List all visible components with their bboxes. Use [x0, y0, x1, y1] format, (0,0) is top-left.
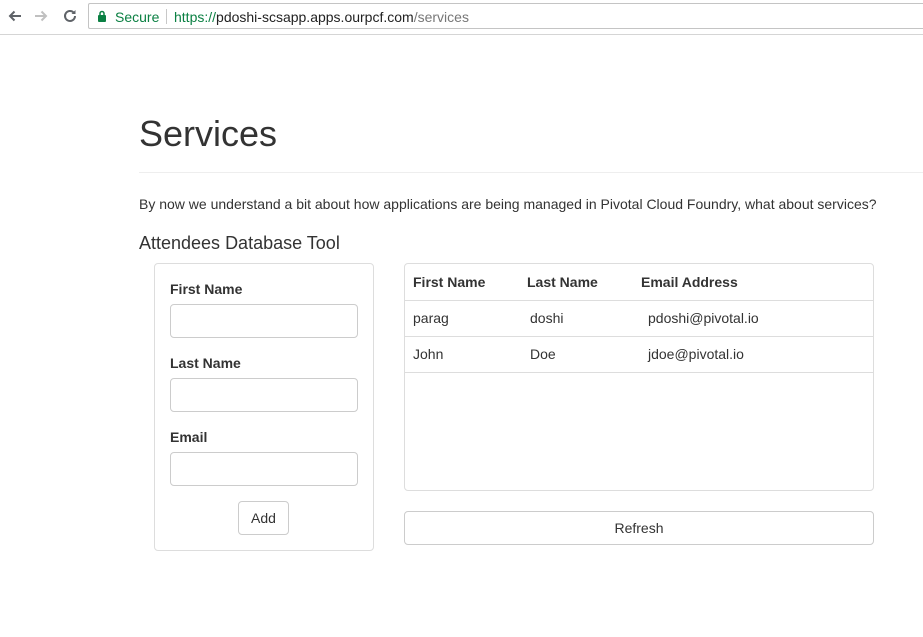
url-path: /services [413, 9, 469, 25]
refresh-button[interactable]: Refresh [404, 511, 874, 545]
cell-last-name: Doe [519, 336, 633, 373]
url-scheme: https:// [174, 9, 217, 25]
url-text[interactable]: https://pdoshi-scsapp.apps.ourpcf.com/se… [174, 9, 469, 25]
attendees-table: First Name Last Name Email Address parag… [405, 264, 873, 373]
last-name-input[interactable] [170, 378, 358, 412]
browser-toolbar: Secure https://pdoshi-scsapp.apps.ourpcf… [0, 0, 923, 35]
cell-last-name: doshi [519, 300, 633, 337]
reload-icon [64, 9, 76, 22]
back-arrow-icon [8, 10, 21, 22]
tool-title: Attendees Database Tool [139, 233, 340, 253]
reload-button[interactable] [60, 6, 80, 26]
address-bar[interactable]: Secure https://pdoshi-scsapp.apps.ourpcf… [88, 3, 923, 29]
url-host: pdoshi-scsapp.apps.ourpcf.com [216, 9, 414, 25]
email-input[interactable] [170, 452, 358, 486]
cell-email: pdoshi@pivotal.io [633, 300, 873, 337]
table-header-row: First Name Last Name Email Address [405, 264, 873, 301]
last-name-label: Last Name [170, 355, 241, 371]
cell-first-name: parag [405, 300, 519, 337]
intro-text: By now we understand a bit about how app… [139, 196, 877, 212]
cell-email: jdoe@pivotal.io [633, 336, 873, 373]
forward-button[interactable] [31, 6, 51, 26]
attendee-form: First Name Last Name Email Add [154, 263, 374, 551]
email-label: Email [170, 429, 208, 445]
page-title: Services [139, 113, 278, 154]
column-header-last-name: Last Name [519, 264, 633, 301]
column-header-email: Email Address [633, 264, 873, 301]
cell-first-name: John [405, 336, 519, 373]
table-row: parag doshi pdoshi@pivotal.io [405, 300, 873, 337]
header-divider [139, 172, 923, 173]
forward-arrow-icon [35, 10, 48, 22]
back-button[interactable] [5, 6, 25, 26]
secure-label: Secure [115, 9, 160, 25]
first-name-input[interactable] [170, 304, 358, 338]
table-row: John Doe jdoe@pivotal.io [405, 336, 873, 373]
add-button[interactable]: Add [238, 501, 289, 535]
first-name-label: First Name [170, 281, 243, 297]
column-header-first-name: First Name [405, 264, 519, 301]
attendees-table-panel: First Name Last Name Email Address parag… [404, 263, 874, 491]
address-separator [166, 9, 167, 24]
lock-icon [98, 10, 106, 22]
